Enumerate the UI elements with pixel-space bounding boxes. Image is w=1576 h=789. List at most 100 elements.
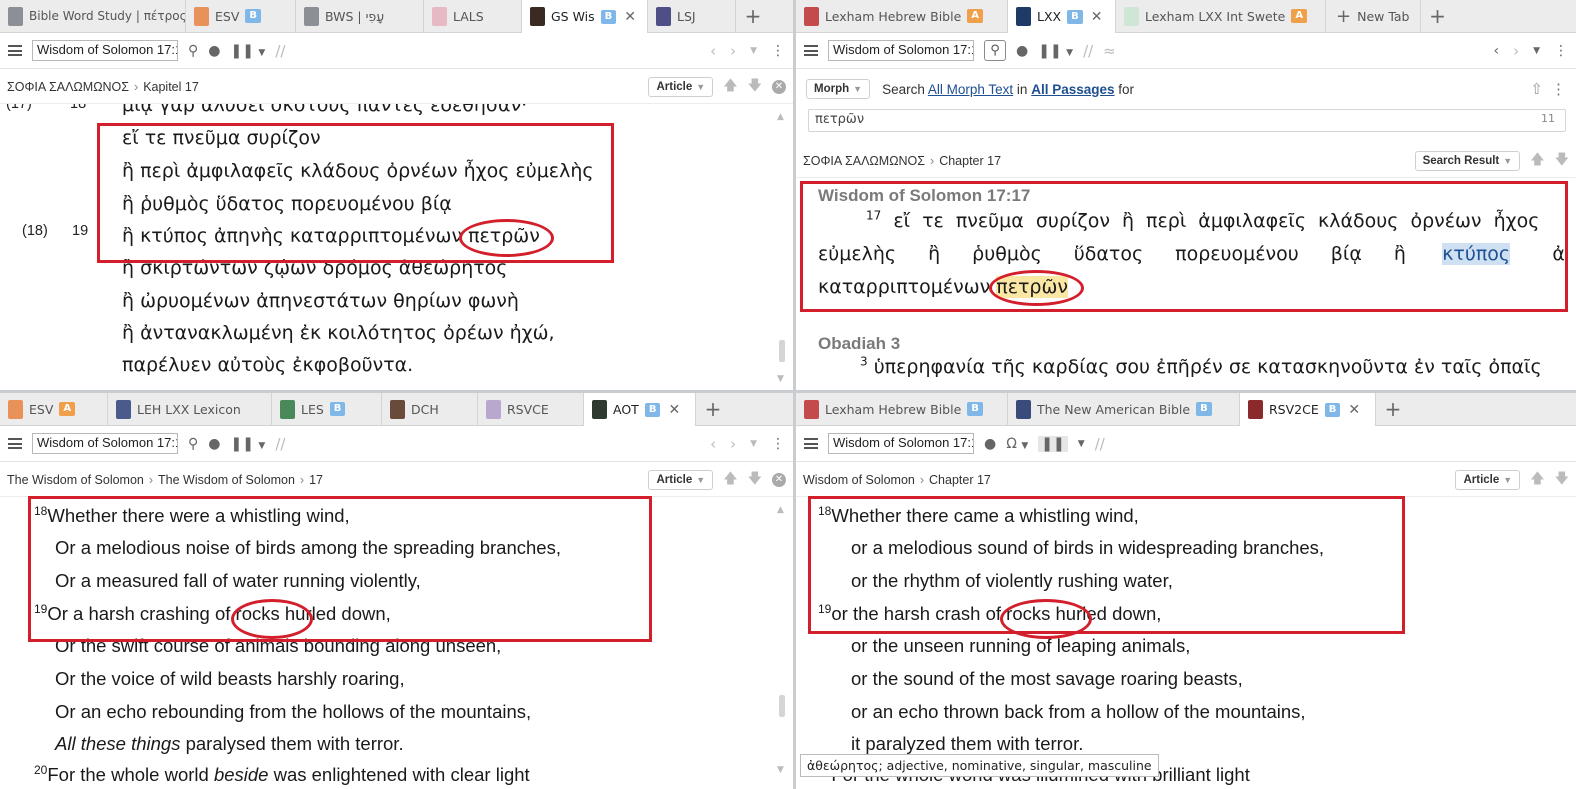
breadcrumb-chapter[interactable]: 17 [309,473,323,487]
arrow-up-icon[interactable]: 🡅 [723,75,737,99]
back-icon[interactable]: ‹ [710,435,716,453]
breadcrumb-chapter[interactable]: Chapter 17 [929,473,991,487]
scrollbar-thumb[interactable] [779,695,785,717]
new-tab-button[interactable]: + New Tab [1326,0,1421,32]
tab-rsv2ce[interactable]: RSV2CE B ✕ [1240,393,1376,426]
breadcrumb-book[interactable]: ΣΟΦΙΑ ΣΑΛΩΜΩΝΟΣ [7,80,129,94]
visual-filter-icon[interactable]: ● [1016,43,1028,59]
scroll-up-icon[interactable]: ▲ [777,112,784,122]
arrow-down-icon[interactable]: 🡇 [748,468,762,492]
reference-input[interactable]: Wisdom of Solomon 17:17 [32,433,178,454]
close-tab-icon[interactable]: ✕ [1348,402,1360,418]
reference-input[interactable]: Wisdom of Solomon 17:17 [828,40,974,61]
tab-lals[interactable]: LALS [424,0,522,32]
visual-filter-icon[interactable]: ● [984,436,996,452]
vertical-splitter[interactable] [793,0,796,789]
tab-esv[interactable]: ESV B [186,0,296,32]
tab-lexham-hebrew-bible[interactable]: Lexham Hebrew Bible B [796,393,1008,425]
search-icon[interactable]: ⚲ [188,436,198,452]
arrow-down-icon[interactable]: 🡇 [1555,149,1569,173]
more-menu-icon[interactable]: ⋮ [1554,43,1568,59]
add-tab-icon[interactable]: + [696,393,730,425]
close-panel-icon[interactable]: ✕ [772,79,786,94]
inline-search-icon[interactable]: ≈ [1103,42,1116,60]
parallel-icon[interactable]: ❚❚ [1038,435,1068,452]
chevron-down-icon[interactable]: ▼ [1078,439,1085,449]
result-title[interactable]: Obadiah 3 [818,334,900,354]
horizontal-splitter[interactable] [0,390,1576,393]
tab-lexham-hebrew-bible[interactable]: Lexham Hebrew Bible A [796,0,1008,32]
menu-icon[interactable] [804,438,818,449]
close-tab-icon[interactable]: ✕ [668,402,680,418]
scroll-up-icon[interactable]: ▲ [777,505,784,515]
tab-esv[interactable]: ESV A [0,393,108,425]
close-panel-icon[interactable]: ✕ [772,472,786,487]
arrow-up-icon[interactable]: 🡅 [1530,149,1544,173]
share-icon[interactable]: ⇧ [1530,80,1543,98]
interlinear-icon[interactable]: Ω ▼ [1006,436,1028,452]
sync-icon[interactable]: // [275,42,285,60]
visual-filter-icon[interactable]: ● [208,436,220,452]
search-icon[interactable]: ⚲ [188,43,198,59]
arrow-up-icon[interactable]: 🡅 [1530,468,1544,492]
tab-rsvce[interactable]: RSVCE [478,393,584,425]
view-dropdown[interactable]: Article ▼ [648,76,714,97]
breadcrumb-book[interactable]: Wisdom of Solomon [803,473,915,487]
tab-les[interactable]: LES B [272,393,382,425]
reference-input[interactable]: Wisdom of Solomon 17:17 [828,433,974,454]
visual-filter-icon[interactable]: ● [208,43,220,59]
scroll-down-icon[interactable]: ▼ [777,765,784,775]
search-icon[interactable]: ⚲ [984,40,1006,61]
breadcrumb-book[interactable]: ΣΟΦΙΑ ΣΑΛΩΜΩΝΟΣ [803,154,925,168]
tab-leh-lxx-lexicon[interactable]: LEH LXX Lexicon [108,393,272,425]
arrow-up-icon[interactable]: 🡅 [723,468,737,492]
sync-icon[interactable]: // [1095,435,1105,453]
forward-icon[interactable]: › [1513,42,1519,60]
back-icon[interactable]: ‹ [1493,43,1499,59]
sync-icon[interactable]: // [275,435,285,453]
more-menu-icon[interactable]: ⋮ [1551,80,1566,98]
menu-icon[interactable] [8,438,22,449]
parallel-icon[interactable]: ❚❚ ▼ [230,43,265,59]
forward-icon[interactable]: › [730,435,736,453]
tab-bible-word-study[interactable]: Bible Word Study | πέτρος [0,0,186,32]
breadcrumb-chapter[interactable]: Kapitel 17 [143,80,199,94]
tab-dch[interactable]: DCH [382,393,478,425]
parallel-icon[interactable]: ❚❚ ▼ [1038,43,1073,59]
more-menu-icon[interactable]: ⋮ [771,43,785,59]
menu-icon[interactable] [8,45,22,56]
view-dropdown[interactable]: Article ▼ [648,469,714,490]
tab-aot[interactable]: AOT B ✕ [584,393,696,426]
close-tab-icon[interactable]: ✕ [1091,9,1103,25]
search-kind-dropdown[interactable]: Morph ▼ [806,79,871,99]
tab-lexham-lxx-int-swete[interactable]: Lexham LXX Int Swete A [1116,0,1326,32]
tab-lxx[interactable]: LXX B ✕ [1008,0,1116,33]
history-dropdown-icon[interactable]: ▼ [750,439,757,449]
search-range-link[interactable]: All Passages [1031,82,1114,97]
tab-bws-hebrew[interactable]: BWS | עָפִי [296,0,424,32]
history-dropdown-icon[interactable]: ▼ [1533,46,1540,56]
more-menu-icon[interactable]: ⋮ [771,436,785,452]
arrow-down-icon[interactable]: 🡇 [748,75,762,99]
breadcrumb-section[interactable]: The Wisdom of Solomon [158,473,295,487]
forward-icon[interactable]: › [730,42,736,60]
search-scope-link[interactable]: All Morph Text [928,82,1013,97]
close-tab-icon[interactable]: ✕ [624,9,636,25]
add-tab-icon[interactable]: + [1376,393,1410,425]
view-dropdown[interactable]: Search Result ▼ [1414,150,1521,171]
arrow-down-icon[interactable]: 🡇 [1555,468,1569,492]
breadcrumb-book[interactable]: The Wisdom of Solomon [7,473,144,487]
search-query-input[interactable]: πετρῶν 11 [808,109,1566,132]
sync-icon[interactable]: // [1083,42,1093,60]
reference-input[interactable]: Wisdom of Solomon 17:17 [32,40,178,61]
scroll-down-icon[interactable]: ▼ [777,374,784,384]
tab-gs-wis[interactable]: GS Wis B ✕ [522,0,648,33]
tab-new-american-bible[interactable]: The New American Bible B [1008,393,1240,425]
tab-lsj[interactable]: LSJ [648,0,736,32]
history-dropdown-icon[interactable]: ▼ [750,46,757,56]
breadcrumb-chapter[interactable]: Chapter 17 [939,154,1001,168]
add-tab-icon[interactable]: + [736,0,770,32]
add-tab-icon[interactable]: + [1421,0,1455,32]
view-dropdown[interactable]: Article ▼ [1455,469,1521,490]
scrollbar-thumb[interactable] [779,340,785,362]
